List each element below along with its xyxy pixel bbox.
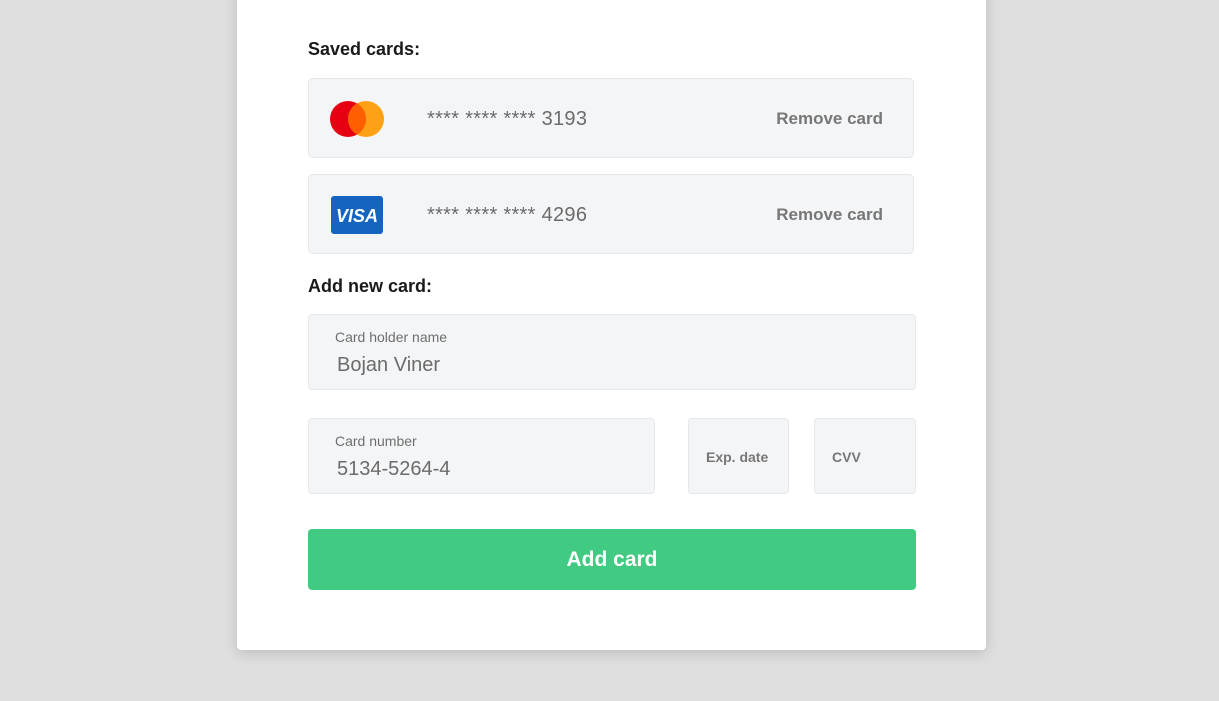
saved-cards-title: Saved cards: [308, 39, 421, 59]
svg-text:VISA: VISA [336, 206, 378, 226]
cvv-placeholder: CVV [832, 449, 861, 465]
masked-card-number: **** **** **** 3193 [427, 108, 588, 130]
card-holder-name-label: Card holder name [335, 329, 448, 345]
saved-card-item: VISA **** **** **** 4296 Remove card [308, 174, 914, 254]
card-number-label: Card number [335, 433, 417, 449]
card-holder-name-value: Bojan Viner [337, 354, 441, 376]
card-holder-name-field[interactable]: Card holder name Bojan Viner [308, 314, 916, 390]
masked-card-number: **** **** **** 4296 [427, 204, 588, 226]
add-card-button[interactable]: Add card [308, 529, 916, 590]
remove-card-button[interactable]: Remove card [776, 109, 883, 129]
saved-card-item: **** **** **** 3193 Remove card [308, 78, 914, 158]
exp-date-field[interactable]: Exp. date [688, 418, 789, 494]
cvv-field[interactable]: CVV [814, 418, 916, 494]
exp-date-placeholder: Exp. date [706, 449, 769, 465]
visa-icon: VISA [329, 196, 385, 234]
card-number-field[interactable]: Card number 5134-5264-4 [308, 418, 655, 494]
add-new-card-title: Add new card: [308, 276, 433, 296]
card-number-value: 5134-5264-4 [337, 458, 451, 480]
remove-card-button[interactable]: Remove card [776, 205, 883, 225]
mastercard-icon [329, 100, 385, 138]
